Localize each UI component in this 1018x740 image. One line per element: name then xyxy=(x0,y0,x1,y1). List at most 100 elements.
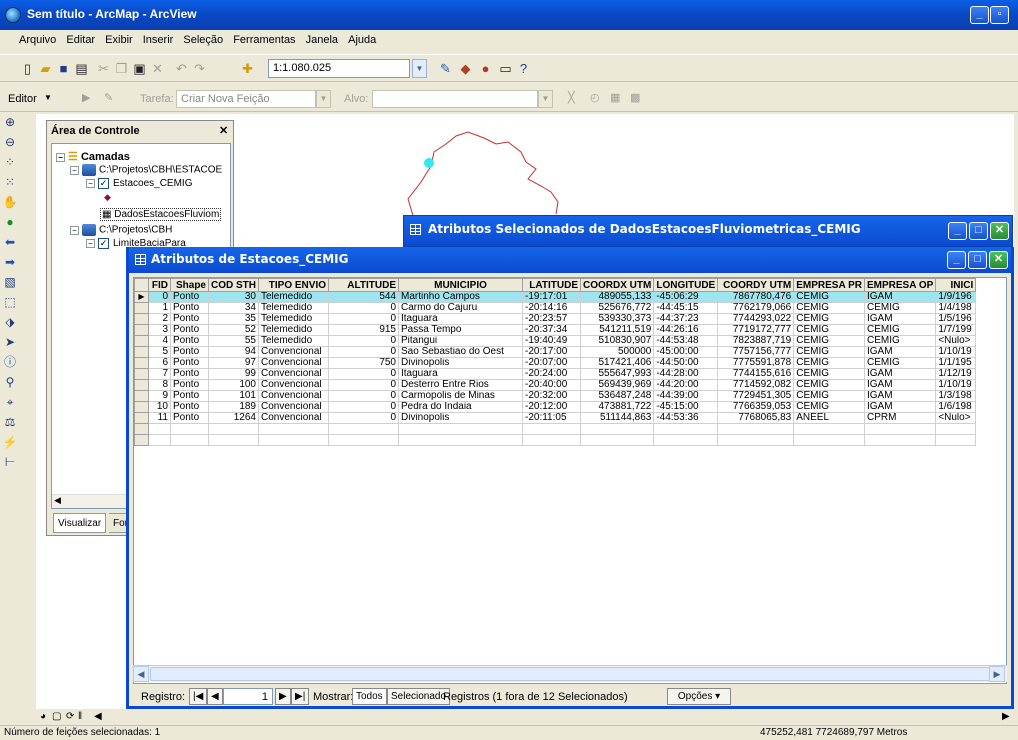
whats-this-icon[interactable]: ? xyxy=(516,61,531,76)
column-header[interactable]: FID xyxy=(148,278,171,292)
scroll-thumb[interactable] xyxy=(150,667,990,681)
table-cell[interactable]: 569439,969 xyxy=(579,379,655,391)
scroll-left-icon[interactable]: ◀ xyxy=(94,711,102,722)
minimize-button[interactable]: _ xyxy=(970,6,989,24)
close-button[interactable]: ✕ xyxy=(989,251,1008,269)
table-cell[interactable]: -44:20:00 xyxy=(653,379,719,391)
layer-visibility-checkbox[interactable]: ✓ xyxy=(98,238,109,249)
table-cell[interactable]: 94 xyxy=(208,346,259,358)
table-cell[interactable]: 544 xyxy=(328,291,399,303)
table-cell[interactable]: IGAM xyxy=(863,368,937,380)
table-cell[interactable]: 7729451,305 xyxy=(717,390,795,402)
table-cell[interactable]: 0 xyxy=(328,313,399,325)
table-cell[interactable]: Ponto xyxy=(170,412,209,424)
table-cell[interactable]: 0 xyxy=(328,390,399,402)
table-cell[interactable]: CEMIG xyxy=(863,324,937,336)
table-cell[interactable]: 2 xyxy=(148,313,171,325)
table-cell[interactable]: 4 xyxy=(148,335,171,347)
table-cell[interactable]: -20:40:00 xyxy=(522,379,581,391)
table-cell[interactable]: 1/12/19 xyxy=(935,368,977,380)
table-cell[interactable]: -20:14:16 xyxy=(522,302,581,314)
fixed-zoom-in-icon[interactable]: ⁘ xyxy=(0,152,20,172)
row-selector[interactable] xyxy=(134,412,149,424)
column-header[interactable]: LONGITUDE xyxy=(653,278,719,292)
table-cell[interactable]: Telemedido xyxy=(258,335,329,347)
table-cell[interactable]: CEMIG xyxy=(793,346,865,358)
column-header[interactable]: COORDY UTM xyxy=(717,278,795,292)
previous-record-button[interactable]: ◀ xyxy=(207,688,223,705)
table-cell[interactable]: 525676,772 xyxy=(579,302,655,314)
table-cell[interactable]: <Nulo> xyxy=(935,335,977,347)
table-cell[interactable]: <Nulo> xyxy=(935,412,977,424)
table-cell[interactable]: ANEEL xyxy=(793,412,865,424)
table-cell[interactable]: IGAM xyxy=(863,401,937,413)
scroll-right-icon[interactable]: ▶ xyxy=(989,666,1005,682)
table-cell[interactable]: 7714592,082 xyxy=(717,379,795,391)
target-select[interactable] xyxy=(372,90,538,108)
command-line-icon[interactable]: ▭ xyxy=(498,61,513,76)
target-dropdown-icon[interactable]: ▼ xyxy=(538,90,553,108)
table-cell[interactable]: 5 xyxy=(148,346,171,358)
table-cell[interactable]: Ponto xyxy=(170,401,209,413)
tree-item-estacoe-folder[interactable]: − C:\Projetos\CBH\ESTACOE xyxy=(70,164,222,176)
row-selector[interactable] xyxy=(134,379,149,391)
table-cell[interactable]: -44:37:23 xyxy=(653,313,719,325)
table-cell[interactable]: CEMIG xyxy=(793,401,865,413)
sketch-tool-icon[interactable]: ✎ xyxy=(104,91,113,104)
tree-item-dados-estacoes[interactable]: ▦ DadosEstacoesFluviom xyxy=(100,208,222,221)
table-cell[interactable]: 489055,133 xyxy=(579,291,655,303)
table-cell[interactable]: 0 xyxy=(328,412,399,424)
editor-toolbar-icon[interactable]: ✎ xyxy=(438,61,453,76)
table-cell[interactable]: Sao Sebastiao do Oest xyxy=(398,346,523,358)
table-cell[interactable]: Convencional xyxy=(258,368,329,380)
table-cell[interactable]: 1/3/198 xyxy=(935,390,977,402)
column-header[interactable]: EMPRESA OP xyxy=(863,278,937,292)
table-row[interactable]: 5 Ponto 94 Convencional 0 Sao Sebastiao do Oe… xyxy=(134,346,977,358)
table-cell[interactable]: 541211,519 xyxy=(579,324,655,336)
toolbox-icon[interactable]: ● xyxy=(478,61,493,76)
table-cell[interactable]: -44:26:16 xyxy=(653,324,719,336)
redo-icon[interactable]: ↷ xyxy=(192,61,207,76)
table-cell[interactable]: 7867780,476 xyxy=(717,291,795,303)
scale-dropdown-icon[interactable]: ▼ xyxy=(412,59,427,78)
table-cell[interactable]: 0 xyxy=(328,335,399,347)
table-cell[interactable]: Telemedido xyxy=(258,291,329,303)
table-cell[interactable]: 10 xyxy=(148,401,171,413)
column-header[interactable]: TIPO ENVIO xyxy=(258,278,329,292)
table-cell[interactable]: -45:00:00 xyxy=(653,346,719,358)
table-cell[interactable]: Ponto xyxy=(170,291,209,303)
table-cell[interactable]: 511144,863 xyxy=(579,412,655,424)
identify-icon[interactable]: ⓘ xyxy=(0,352,20,372)
table-cell[interactable]: 101 xyxy=(208,390,259,402)
table-cell[interactable]: 0 xyxy=(328,346,399,358)
table-cell[interactable]: 500000 xyxy=(579,346,655,358)
table-cell[interactable]: IGAM xyxy=(863,313,937,325)
table-cell[interactable]: -45:06:29 xyxy=(653,291,719,303)
split-tool-icon[interactable]: ╳ xyxy=(568,91,575,104)
table-cell[interactable]: 0 xyxy=(328,401,399,413)
table-cell[interactable]: -20:32:00 xyxy=(522,390,581,402)
table-cell[interactable]: 7744293,022 xyxy=(717,313,795,325)
options-button[interactable]: Opções ▾ xyxy=(667,688,731,705)
table-cell[interactable]: Ponto xyxy=(170,313,209,325)
zoom-out-icon[interactable]: ⊖ xyxy=(0,132,20,152)
table-cell[interactable]: CEMIG xyxy=(793,302,865,314)
layout-view-icon[interactable]: ▢ xyxy=(52,711,61,722)
table-cell[interactable]: CEMIG xyxy=(863,302,937,314)
select-features-icon[interactable]: ▧ xyxy=(0,272,20,292)
table-cell[interactable]: 55 xyxy=(208,335,259,347)
column-header[interactable]: COORDX UTM xyxy=(579,278,655,292)
table-cell[interactable]: Ponto xyxy=(170,346,209,358)
clear-selection-icon[interactable]: ⬚ xyxy=(0,292,20,312)
table-cell[interactable]: Convencional xyxy=(258,401,329,413)
task-dropdown-icon[interactable]: ▼ xyxy=(316,90,331,108)
table-row[interactable]: 7 Ponto 99 Convencional 0 Itaguara -20:24:00 55… xyxy=(134,368,977,380)
row-selector[interactable] xyxy=(134,335,149,347)
menu-arquivo[interactable]: Arquivo xyxy=(14,30,58,46)
table-cell[interactable]: 1264 xyxy=(208,412,259,424)
table-cell[interactable]: 7768065,83 xyxy=(717,412,795,424)
next-extent-icon[interactable]: ➡ xyxy=(0,252,20,272)
table-cell[interactable]: CEMIG xyxy=(793,390,865,402)
scroll-left-icon[interactable]: ◀ xyxy=(133,666,149,682)
row-selector[interactable] xyxy=(134,390,149,402)
